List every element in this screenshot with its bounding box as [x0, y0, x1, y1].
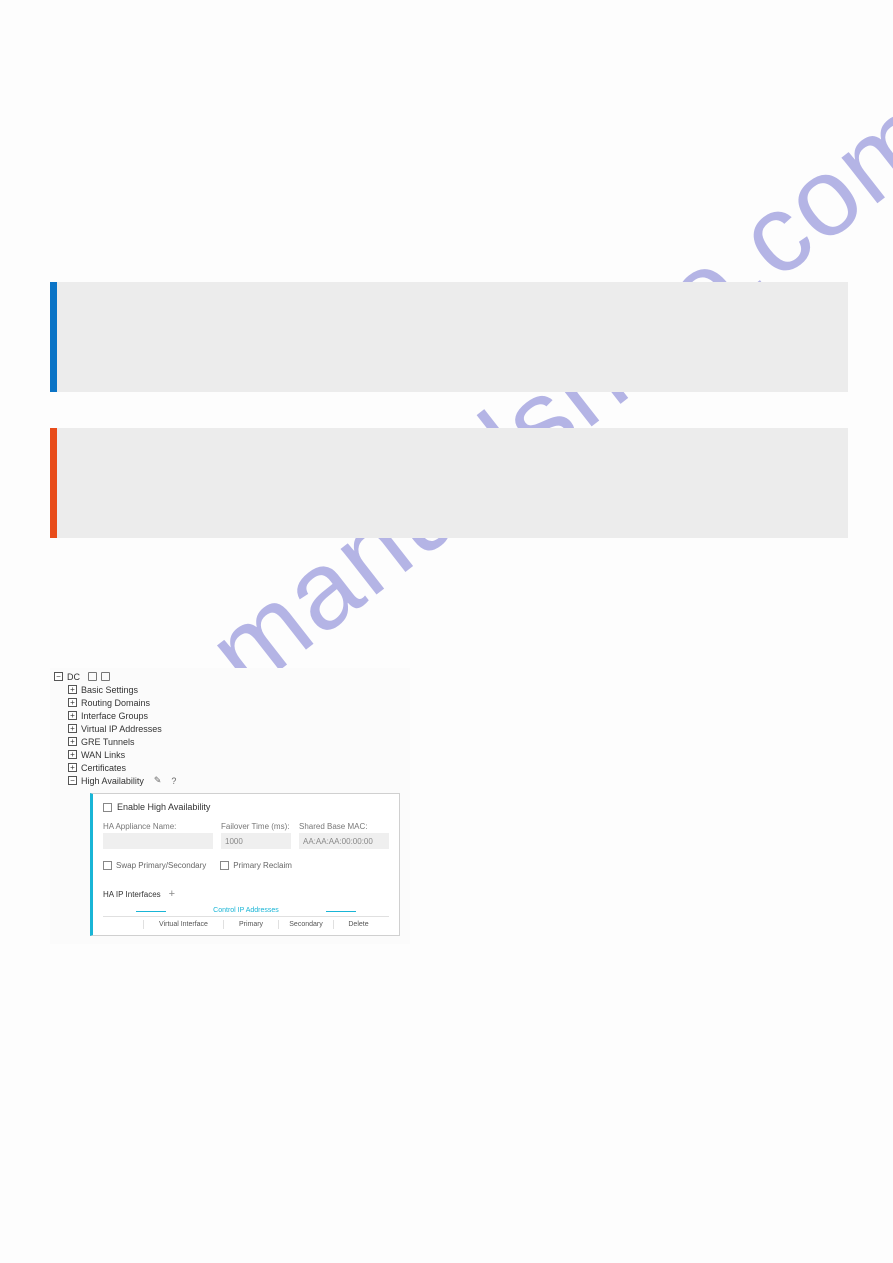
collapse-icon[interactable]: − — [54, 672, 63, 681]
copy-icon[interactable] — [88, 672, 97, 681]
ha-config-panel: Enable High Availability HA Appliance Na… — [90, 793, 400, 936]
expand-icon[interactable]: + — [68, 737, 77, 746]
collapse-icon[interactable]: − — [68, 776, 77, 785]
expand-icon[interactable]: + — [68, 711, 77, 720]
checkbox-enable-ha[interactable] — [103, 803, 112, 812]
ha-appliance-name-input[interactable] — [103, 833, 213, 849]
col-secondary: Secondary — [278, 920, 333, 929]
tree-item-label: Basic Settings — [81, 685, 138, 695]
tree-item-basic-settings[interactable]: + Basic Settings — [54, 683, 410, 696]
tree-item-high-availability[interactable]: − High Availability ✎ ? — [54, 774, 410, 787]
enable-ha-label: Enable High Availability — [117, 802, 210, 812]
add-icon[interactable]: + — [169, 888, 175, 900]
help-icon[interactable]: ? — [171, 776, 176, 786]
tree-item-label: Routing Domains — [81, 698, 150, 708]
tree-item-routing-domains[interactable]: + Routing Domains — [54, 696, 410, 709]
field-shared-base-mac: Shared Base MAC: AA:AA:AA:00:00:00 — [299, 822, 389, 849]
col-primary: Primary — [223, 920, 278, 929]
swap-primary-secondary-row[interactable]: Swap Primary/Secondary — [103, 861, 206, 870]
field-label: Shared Base MAC: — [299, 822, 389, 831]
ha-ip-interfaces-title: HA IP Interfaces — [103, 890, 161, 899]
delete-icon[interactable] — [101, 672, 110, 681]
tree-item-wan-links[interactable]: + WAN Links — [54, 748, 410, 761]
tree-item-virtual-ip[interactable]: + Virtual IP Addresses — [54, 722, 410, 735]
col-blank — [103, 920, 143, 929]
tree-item-label: Virtual IP Addresses — [81, 724, 162, 734]
config-tree: − DC + Basic Settings + Routing Domains … — [50, 670, 410, 787]
col-virtual-interface: Virtual Interface — [143, 920, 223, 929]
enable-ha-row[interactable]: Enable High Availability — [103, 802, 389, 812]
swap-label: Swap Primary/Secondary — [116, 861, 206, 870]
field-ha-appliance-name: HA Appliance Name: — [103, 822, 213, 849]
checkbox-reclaim[interactable] — [220, 861, 229, 870]
field-failover-time: Failover Time (ms): 1000 — [221, 822, 291, 849]
tree-item-label: High Availability — [81, 776, 144, 786]
shared-base-mac-input[interactable]: AA:AA:AA:00:00:00 — [299, 833, 389, 849]
tree-item-label: WAN Links — [81, 750, 125, 760]
tree-root-dc[interactable]: − DC — [54, 670, 410, 683]
watermark-text: manualshive.com — [185, 71, 893, 717]
callout-stripe-orange — [50, 428, 57, 538]
reclaim-label: Primary Reclaim — [233, 861, 292, 870]
field-label: Failover Time (ms): — [221, 822, 291, 831]
tree-item-label: Certificates — [81, 763, 126, 773]
config-screenshot: − DC + Basic Settings + Routing Domains … — [50, 668, 410, 944]
tree-item-gre-tunnels[interactable]: + GRE Tunnels — [54, 735, 410, 748]
ha-ip-interfaces-table: Control IP Addresses Virtual Interface P… — [103, 906, 389, 929]
tree-item-certificates[interactable]: + Certificates — [54, 761, 410, 774]
checkbox-swap[interactable] — [103, 861, 112, 870]
control-ip-addresses-bracket: Control IP Addresses — [166, 907, 326, 914]
expand-icon[interactable]: + — [68, 750, 77, 759]
col-delete: Delete — [333, 920, 383, 929]
expand-icon[interactable]: + — [68, 698, 77, 707]
tree-item-label: GRE Tunnels — [81, 737, 135, 747]
field-label: HA Appliance Name: — [103, 822, 213, 831]
tree-root-label: DC — [67, 672, 80, 682]
callout-warning — [50, 428, 848, 538]
primary-reclaim-row[interactable]: Primary Reclaim — [220, 861, 292, 870]
tree-item-label: Interface Groups — [81, 711, 148, 721]
expand-icon[interactable]: + — [68, 763, 77, 772]
failover-time-input[interactable]: 1000 — [221, 833, 291, 849]
callout-note — [50, 282, 848, 392]
expand-icon[interactable]: + — [68, 685, 77, 694]
edit-icon[interactable]: ✎ — [154, 775, 162, 786]
tree-item-interface-groups[interactable]: + Interface Groups — [54, 709, 410, 722]
callout-stripe-blue — [50, 282, 57, 392]
expand-icon[interactable]: + — [68, 724, 77, 733]
